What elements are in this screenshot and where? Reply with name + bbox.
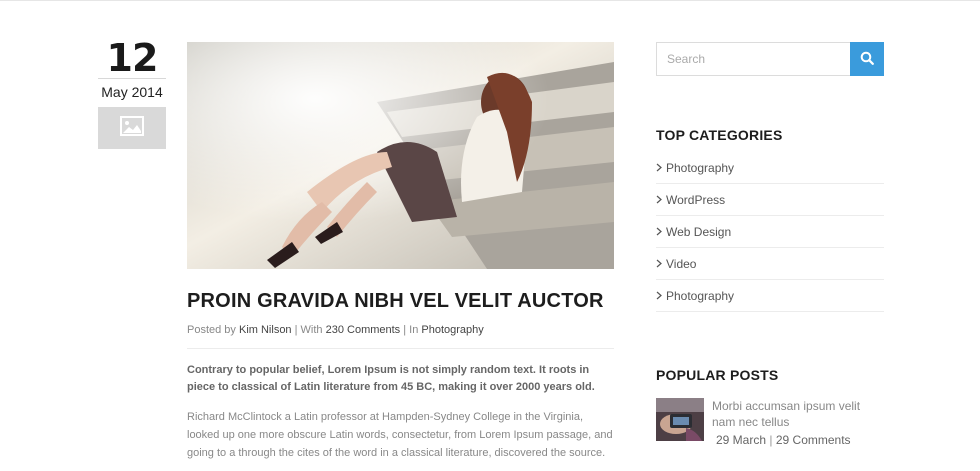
chevron-right-icon <box>656 227 666 236</box>
post-title[interactable]: PROIN GRAVIDA NIBH VEL VELIT AUCTOR <box>187 289 614 313</box>
category-label: Photography <box>666 288 735 303</box>
sidebar: TOP CATEGORIES Photography WordPress Web… <box>656 42 884 448</box>
chevron-right-icon <box>656 163 666 172</box>
category-item[interactable]: WordPress <box>656 184 884 216</box>
category-item[interactable]: Photography <box>656 280 884 312</box>
post-lead-paragraph: Contrary to popular belief, Lorem Ipsum … <box>187 364 595 393</box>
date-month-year: May 2014 <box>101 84 163 100</box>
popular-post-title[interactable]: Morbi accumsan ipsum velit nam nec tellu… <box>712 398 884 430</box>
post-meta: Posted by Kim Nilson | With 230 Comments… <box>187 322 614 349</box>
chevron-right-icon <box>656 291 666 300</box>
category-item[interactable]: Video <box>656 248 884 280</box>
category-label: WordPress <box>666 192 726 207</box>
popular-post-meta: 29 March | 29 Comments <box>716 432 884 448</box>
date-day: 12 <box>106 36 159 80</box>
comments-link[interactable]: 230 Comments <box>326 324 401 336</box>
in-label: | In <box>400 324 422 336</box>
popular-post-comments[interactable]: 29 Comments <box>776 433 851 447</box>
with-label: | With <box>291 324 326 336</box>
categories-list: Photography WordPress Web Design Video P… <box>656 152 884 312</box>
popular-post-thumbnail[interactable] <box>656 398 704 441</box>
chevron-right-icon <box>656 195 666 204</box>
category-label: Photography <box>666 160 735 175</box>
category-item[interactable]: Photography <box>656 152 884 184</box>
blog-post: PROIN GRAVIDA NIBH VEL VELIT AUCTOR Post… <box>187 42 614 462</box>
popular-post-item: Morbi accumsan ipsum velit nam nec tellu… <box>656 398 884 448</box>
image-icon <box>120 115 144 141</box>
popular-post-date: 29 March <box>716 433 767 447</box>
search-button[interactable] <box>850 42 884 76</box>
chevron-right-icon <box>656 259 666 268</box>
post-format-badge[interactable] <box>98 107 166 149</box>
category-label: Web Design <box>666 224 732 239</box>
search-input[interactable] <box>656 42 850 76</box>
category-item[interactable]: Web Design <box>656 216 884 248</box>
popular-post-info: Morbi accumsan ipsum velit nam nec tellu… <box>712 398 884 448</box>
popular-posts-title: POPULAR POSTS <box>656 367 779 383</box>
meta-separator: | <box>769 433 773 447</box>
categories-title: TOP CATEGORIES <box>656 127 783 143</box>
category-link[interactable]: Photography <box>421 324 483 336</box>
search-widget <box>656 42 884 76</box>
top-border <box>0 0 980 1</box>
post-date: 12 May 2014 <box>98 36 166 149</box>
author-link[interactable]: Kim Nilson <box>239 324 292 336</box>
post-body-paragraph: Richard McClintock a Latin professor at … <box>187 411 613 459</box>
category-label: Video <box>666 256 697 271</box>
posted-by-label: Posted by <box>187 324 236 336</box>
search-icon <box>860 51 874 68</box>
post-featured-image[interactable] <box>187 42 614 269</box>
